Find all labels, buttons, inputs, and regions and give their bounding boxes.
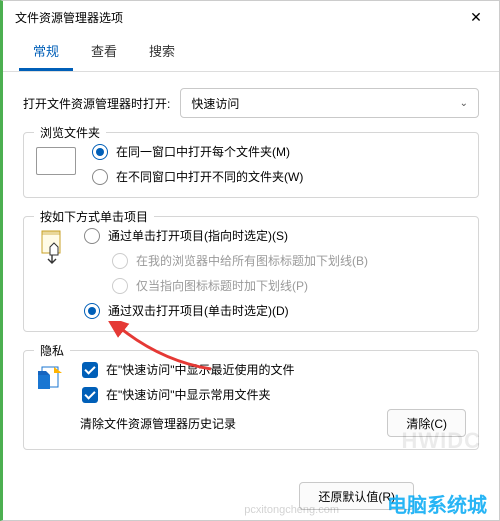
check-frequent-folders-label: 在"快速访问"中显示常用文件夹 bbox=[106, 386, 271, 403]
radio-double-click-label: 通过双击打开项目(单击时选定)(D) bbox=[108, 302, 289, 319]
open-in-value: 快速访问 bbox=[191, 95, 239, 112]
check-recent-files-label: 在"快速访问"中显示最近使用的文件 bbox=[106, 361, 295, 378]
titlebar: 文件资源管理器选项 ✕ bbox=[3, 1, 499, 33]
clear-history-label: 清除文件资源管理器历史记录 bbox=[80, 415, 236, 432]
click-items-title: 按如下方式单击项目 bbox=[34, 208, 154, 225]
watermark-url: pcxitongcheng.com bbox=[244, 504, 339, 516]
privacy-title: 隐私 bbox=[34, 342, 70, 359]
privacy-icon bbox=[36, 363, 66, 393]
radio-same-window[interactable] bbox=[92, 144, 108, 160]
folder-thumb-icon bbox=[36, 147, 76, 175]
click-items-group: 按如下方式单击项目 通过单击打开项目(指向时选定)(S) 在我的浏览器中给所有图… bbox=[23, 216, 479, 332]
close-icon: ✕ bbox=[470, 9, 482, 26]
radio-underline-point-label: 仅当指向图标标题时加下划线(P) bbox=[136, 277, 308, 294]
open-in-select[interactable]: 快速访问 ⌄ bbox=[180, 88, 479, 118]
window-title: 文件资源管理器选项 bbox=[15, 9, 123, 26]
radio-new-window-label: 在不同窗口中打开不同的文件夹(W) bbox=[116, 168, 303, 185]
radio-underline-point bbox=[112, 278, 128, 294]
radio-single-click-label: 通过单击打开项目(指向时选定)(S) bbox=[108, 227, 288, 244]
browse-folders-group: 浏览文件夹 在同一窗口中打开每个文件夹(M) 在不同窗口中打开不同的文件夹(W) bbox=[23, 132, 479, 198]
radio-double-click[interactable] bbox=[84, 303, 100, 319]
radio-single-click[interactable] bbox=[84, 228, 100, 244]
click-thumb-icon bbox=[36, 229, 68, 265]
tab-view[interactable]: 查看 bbox=[77, 33, 131, 71]
radio-underline-browser bbox=[112, 253, 128, 269]
tab-general[interactable]: 常规 bbox=[19, 33, 73, 71]
open-in-label: 打开文件资源管理器时打开: bbox=[23, 95, 170, 112]
tab-bar: 常规 查看 搜索 bbox=[3, 33, 499, 72]
check-frequent-folders[interactable] bbox=[82, 387, 98, 403]
check-recent-files[interactable] bbox=[82, 362, 98, 378]
chevron-down-icon: ⌄ bbox=[460, 98, 468, 109]
tab-search[interactable]: 搜索 bbox=[135, 33, 189, 71]
browse-folders-title: 浏览文件夹 bbox=[34, 124, 106, 141]
watermark-hwidc: HWIDC bbox=[401, 428, 481, 454]
watermark-brand: 电脑系统城 bbox=[387, 489, 487, 518]
close-button[interactable]: ✕ bbox=[453, 1, 499, 33]
radio-same-window-label: 在同一窗口中打开每个文件夹(M) bbox=[116, 143, 290, 160]
radio-new-window[interactable] bbox=[92, 169, 108, 185]
radio-underline-browser-label: 在我的浏览器中给所有图标标题加下划线(B) bbox=[136, 252, 368, 269]
